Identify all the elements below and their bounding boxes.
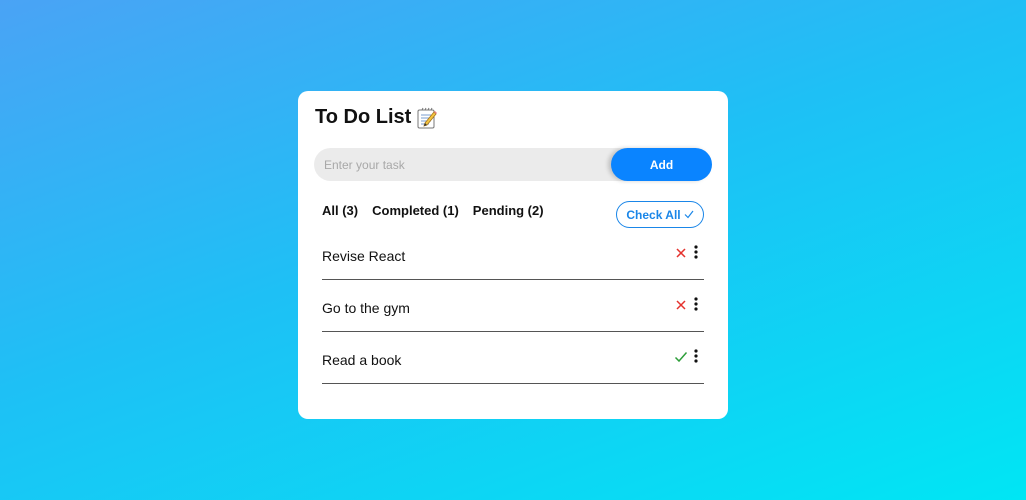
- filter-all[interactable]: All (3): [322, 203, 358, 218]
- list-item: Revise React: [322, 228, 704, 280]
- cross-icon[interactable]: [674, 298, 688, 312]
- check-icon[interactable]: [674, 350, 688, 364]
- task-list: Revise React Go to the gym Read a book: [322, 228, 704, 384]
- task-text: Revise React: [322, 248, 406, 264]
- check-all-label: Check All: [626, 207, 681, 222]
- todo-card: To Do List Add All (3) Completed (1) Pen…: [298, 91, 728, 419]
- check-icon: [684, 208, 694, 222]
- list-item: Go to the gym: [322, 280, 704, 332]
- memo-icon: [417, 107, 438, 129]
- more-vert-icon[interactable]: [692, 244, 700, 260]
- filter-tabs: All (3) Completed (1) Pending (2): [322, 203, 544, 218]
- add-task-form: Add: [314, 148, 712, 181]
- task-text: Read a book: [322, 352, 402, 368]
- task-input[interactable]: [314, 148, 634, 181]
- cross-icon[interactable]: [674, 246, 688, 260]
- title-row: To Do List: [315, 106, 438, 129]
- filter-completed[interactable]: Completed (1): [372, 203, 459, 218]
- add-button[interactable]: Add: [611, 148, 712, 181]
- more-vert-icon[interactable]: [692, 296, 700, 312]
- page-title: To Do List: [315, 106, 412, 128]
- list-item: Read a book: [322, 332, 704, 384]
- more-vert-icon[interactable]: [692, 348, 700, 364]
- check-all-button[interactable]: Check All: [616, 201, 704, 228]
- filter-pending[interactable]: Pending (2): [473, 203, 544, 218]
- task-text: Go to the gym: [322, 300, 410, 316]
